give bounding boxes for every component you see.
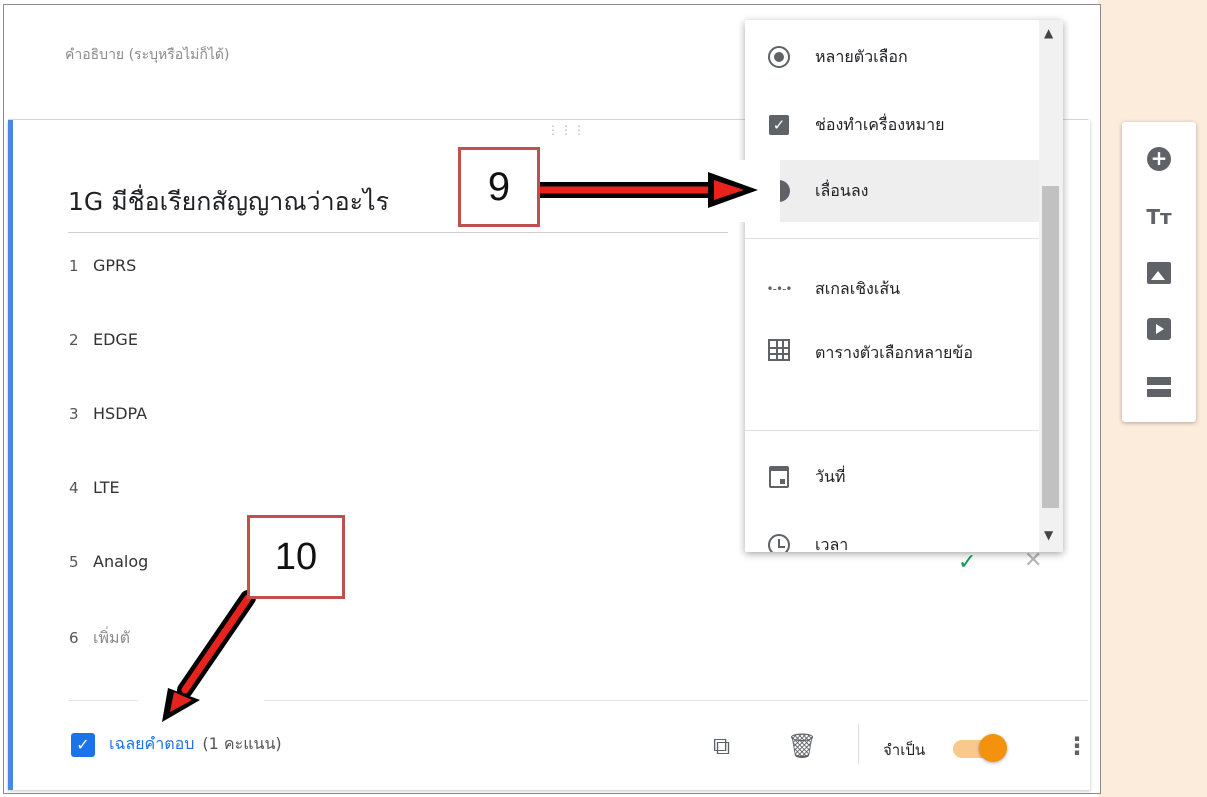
answer-key-link[interactable]: เฉลยคำตอบ <box>109 732 194 757</box>
menu-item-linear-scale[interactable]: •-•-• สเกลเชิงเส้น <box>745 264 1039 314</box>
option-item[interactable]: 3 HSDPA <box>69 404 147 423</box>
option-number: 3 <box>69 405 79 423</box>
option-number: 5 <box>69 553 79 571</box>
calendar-icon <box>765 463 793 491</box>
menu-item-grid[interactable]: ตารางตัวเลือกหลายข้อ <box>745 330 1039 400</box>
answer-key-icon: ✓ <box>71 732 95 757</box>
option-label[interactable]: LTE <box>93 478 120 497</box>
clock-icon <box>765 531 793 552</box>
footer-divider <box>68 700 1088 701</box>
description-field[interactable]: คำอธิบาย (ระบุหรือไม่ก็ได้) <box>65 44 229 66</box>
menu-item-label: ตารางตัวเลือกหลายข้อ <box>815 343 973 362</box>
option-number: 2 <box>69 331 79 349</box>
linear-scale-icon: •-•-• <box>766 282 793 296</box>
grid-icon <box>765 336 793 364</box>
menu-item-label: สเกลเชิงเส้น <box>815 279 901 298</box>
menu-item-label: เวลา <box>815 535 849 552</box>
footer-vertical-divider <box>858 724 859 764</box>
delete-icon[interactable]: 🗑 <box>787 732 817 760</box>
menu-item-label: หลายตัวเลือก <box>815 47 908 66</box>
points-label: (1 คะแนน) <box>202 734 282 753</box>
menu-item-label: วันที่ <box>815 467 846 486</box>
option-item[interactable]: 2 EDGE <box>69 330 138 349</box>
scroll-up-icon[interactable]: ▲ <box>1044 26 1053 40</box>
check-icon[interactable]: ✓ <box>958 550 976 575</box>
required-label: จำเป็น <box>883 741 926 759</box>
menu-item-time[interactable]: เวลา <box>745 520 1039 552</box>
add-circle-icon: + <box>1147 147 1171 171</box>
option-number: 4 <box>69 479 79 497</box>
more-options-icon[interactable]: ⋮ <box>1065 732 1089 760</box>
menu-item-label: ช่องทำเครื่องหมาย <box>815 115 945 134</box>
menu-item-multiple-choice[interactable]: หลายตัวเลือก <box>745 32 1039 82</box>
add-video-button[interactable] <box>1144 314 1174 344</box>
drag-handle-icon[interactable]: ⋮⋮⋮ <box>547 124 586 136</box>
menu-scrollbar-thumb[interactable] <box>1042 186 1059 508</box>
step-9-callout: 9 <box>458 147 540 227</box>
required-toggle-thumb[interactable] <box>979 734 1007 762</box>
title-text-icon: Tт <box>1146 205 1172 229</box>
checkbox-icon: ✓ <box>765 111 793 139</box>
dropdown-icon <box>765 177 793 205</box>
question-title[interactable]: 1G มีชื่อเรียกสัญญาณว่าอะไร <box>68 182 728 233</box>
option-label[interactable]: Analog <box>93 552 148 571</box>
video-icon <box>1147 318 1171 340</box>
answer-key-button[interactable]: ✓ เฉลยคำตอบ (1 คะแนน) <box>71 732 282 757</box>
menu-item-date[interactable]: วันที่ <box>745 452 1039 502</box>
radio-icon <box>765 43 793 71</box>
add-question-button[interactable]: + <box>1144 144 1174 174</box>
option-label[interactable]: HSDPA <box>93 404 147 423</box>
step-10-callout: 10 <box>247 515 345 599</box>
option-item[interactable]: 5 Analog <box>69 552 148 571</box>
option-number: 6 <box>69 629 79 647</box>
option-item[interactable]: 4 LTE <box>69 478 120 497</box>
add-title-button[interactable]: Tт <box>1144 202 1174 232</box>
side-toolbar: + Tт <box>1122 122 1196 422</box>
question-type-menu: หลายตัวเลือก ✓ ช่องทำเครื่องหมาย เลื่อนล… <box>745 20 1063 552</box>
menu-divider <box>745 430 1039 431</box>
add-option-label[interactable]: เพิ่มตั <box>93 628 130 647</box>
add-image-button[interactable] <box>1144 258 1174 288</box>
menu-item-dropdown[interactable]: เลื่อนลง <box>745 160 1039 222</box>
option-label[interactable]: GPRS <box>93 256 136 275</box>
duplicate-icon[interactable]: ⧉ <box>713 732 730 760</box>
section-icon <box>1147 377 1171 397</box>
add-section-button[interactable] <box>1144 372 1174 402</box>
option-number: 1 <box>69 257 79 275</box>
scroll-down-icon[interactable]: ▼ <box>1044 528 1053 542</box>
menu-divider <box>745 238 1039 239</box>
option-item[interactable]: 1 GPRS <box>69 256 136 275</box>
menu-item-label: เลื่อนลง <box>815 181 869 200</box>
menu-item-checkboxes[interactable]: ✓ ช่องทำเครื่องหมาย <box>745 100 1039 150</box>
option-label[interactable]: EDGE <box>93 330 138 349</box>
add-option-item[interactable]: 6 เพิ่มตั <box>69 626 130 651</box>
image-icon <box>1147 262 1171 284</box>
